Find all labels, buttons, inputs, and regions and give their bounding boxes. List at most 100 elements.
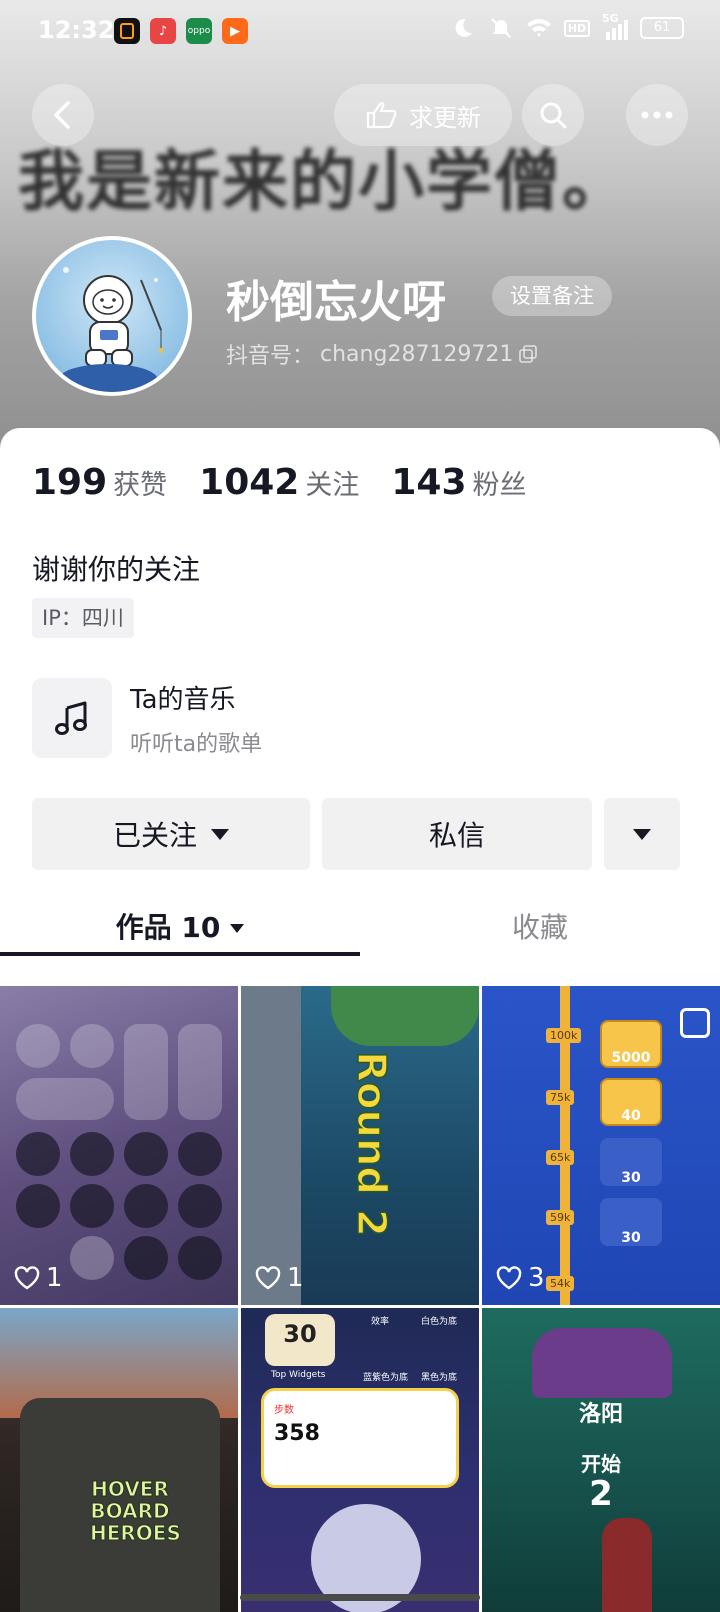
milestone-label: 75k	[546, 1090, 575, 1105]
message-label: 私信	[428, 819, 485, 852]
douyin-id-label: 抖音号：	[226, 344, 315, 369]
following-label: 已关注	[112, 819, 197, 852]
heart-icon	[496, 1266, 522, 1290]
more-button[interactable]	[626, 84, 688, 146]
video-app-icon: ▶	[222, 18, 248, 44]
reward-character-value: 30	[621, 1230, 641, 1246]
caret-down-icon	[230, 923, 245, 933]
stat-following[interactable]: 1042 关注	[199, 462, 359, 503]
bio-text: 谢谢你的关注	[32, 553, 201, 586]
home-indicator[interactable]	[240, 1594, 480, 1601]
city-name: 洛阳	[578, 1402, 623, 1427]
widget-label: 效率	[371, 1317, 390, 1327]
calendar-widget: 30	[265, 1314, 335, 1366]
widget-label: 白色为底	[421, 1317, 458, 1327]
back-button[interactable]	[32, 84, 94, 146]
calculator-icon	[124, 1132, 168, 1176]
reward-character-value: 40	[621, 1108, 641, 1124]
stat-likes-label: 获赞	[113, 470, 168, 501]
reward-coins: 5000	[600, 1020, 662, 1068]
like-count-value: 1	[287, 1263, 304, 1293]
more-actions-button[interactable]	[604, 798, 680, 870]
sound-wave-icon	[124, 1236, 168, 1280]
countdown-number: 2	[589, 1474, 613, 1514]
music-card[interactable]: Ta的音乐 听听ta的歌单	[32, 678, 262, 758]
like-count: 1	[255, 1263, 304, 1293]
brightness-slider	[124, 1024, 168, 1120]
widget-label: 黑色为底	[421, 1373, 458, 1383]
douyin-id[interactable]: 抖音号： chang287129721	[226, 338, 538, 370]
screen-mirror-icon	[70, 1024, 114, 1068]
shazam-icon	[70, 1236, 114, 1280]
qr-scan-icon	[178, 1184, 222, 1228]
tab-favorites-label: 收藏	[511, 911, 568, 944]
message-button[interactable]: 私信	[322, 798, 592, 870]
stat-followers[interactable]: 143 粉丝	[391, 462, 526, 503]
search-icon	[540, 102, 567, 129]
more-dots-icon	[641, 111, 673, 119]
runner-character	[602, 1518, 652, 1612]
alarm-icon	[124, 1184, 168, 1228]
timer-icon	[70, 1132, 114, 1176]
oppo-app-icon: oppo	[186, 18, 212, 44]
video-tile[interactable]: 洛阳 开始 2	[482, 1308, 720, 1612]
request-update-label: 求更新	[409, 103, 481, 132]
set-remark-button[interactable]: 设置备注	[492, 276, 612, 316]
app-notification-icon	[114, 18, 140, 44]
milestone-label: 100k	[546, 1028, 582, 1043]
milestone-label: 65k	[546, 1150, 575, 1165]
caret-down-icon	[211, 828, 229, 840]
music-title: Ta的音乐	[130, 684, 236, 715]
start-label: 开始	[581, 1452, 621, 1476]
heart-icon	[14, 1266, 40, 1290]
reward-character: 30	[600, 1198, 662, 1246]
stat-likes[interactable]: 199 获赞	[32, 462, 167, 503]
content-tabs: 作品 10 收藏	[0, 898, 720, 958]
video-tile[interactable]: Round 2 1	[241, 986, 479, 1305]
camera-icon	[178, 1132, 222, 1176]
battery-indicator: 61	[640, 17, 684, 39]
reward-character: 30	[600, 1138, 662, 1186]
status-time: 12:32	[38, 16, 115, 44]
stats-row: 199 获赞 1042 关注 143 粉丝	[32, 462, 527, 503]
video-tile[interactable]: 1	[0, 986, 238, 1305]
reward-character-value: 30	[621, 1170, 641, 1186]
round-banner: Round 2	[347, 1034, 395, 1254]
search-button[interactable]	[522, 84, 584, 146]
music-app-icon: ♪	[150, 18, 176, 44]
video-tile[interactable]: 30 效率 白色为底 Top Widgets 蓝紫色为底 黑色为底 步数 358	[241, 1308, 479, 1612]
tab-works-label: 作品 10	[115, 911, 221, 944]
request-update-button[interactable]: 求更新	[334, 84, 512, 146]
like-count: 1	[14, 1263, 63, 1293]
milestone-label: 59k	[546, 1210, 575, 1225]
wifi-icon	[526, 16, 552, 40]
hand-point-icon	[366, 102, 397, 129]
avatar[interactable]	[32, 236, 192, 396]
like-count: 3	[496, 1263, 545, 1293]
nickname: 秒倒忘火呀	[226, 277, 446, 328]
status-bar: 12:32 ♪ oppo ▶ HD 5G 61	[0, 0, 720, 64]
video-tile[interactable]: HOVER BOARD HEROES	[0, 1308, 238, 1612]
tab-favorites[interactable]: 收藏	[360, 898, 720, 958]
douyin-id-value: chang287129721	[320, 341, 514, 367]
hd-label: HD	[563, 19, 591, 37]
video-grid: 1 Round 2 1 100k 5000 75k 40 65k 30 59k …	[0, 986, 720, 1612]
steps-widget: 步数 358	[261, 1388, 459, 1488]
reward-character: 40	[600, 1078, 662, 1126]
tab-works[interactable]: 作品 10	[0, 898, 360, 958]
calendar-day: 30	[283, 1320, 317, 1348]
stat-followers-value: 143	[391, 462, 467, 503]
like-count-value: 1	[46, 1263, 63, 1293]
hd-icon: HD	[563, 16, 591, 40]
mute-icon	[488, 16, 514, 40]
following-button[interactable]: 已关注	[32, 798, 310, 870]
video-tile[interactable]: 100k 5000 75k 40 65k 30 59k 30 54k 3	[482, 986, 720, 1305]
volume-slider	[178, 1024, 222, 1120]
action-buttons: 已关注 私信	[32, 798, 680, 870]
steps-label: 步数	[274, 1405, 294, 1416]
stat-following-value: 1042	[199, 462, 300, 503]
title-arch	[532, 1328, 672, 1398]
status-right: HD 5G 61	[450, 12, 684, 40]
astronaut-avatar-image	[58, 267, 164, 392]
network-label: 5G	[602, 12, 619, 25]
